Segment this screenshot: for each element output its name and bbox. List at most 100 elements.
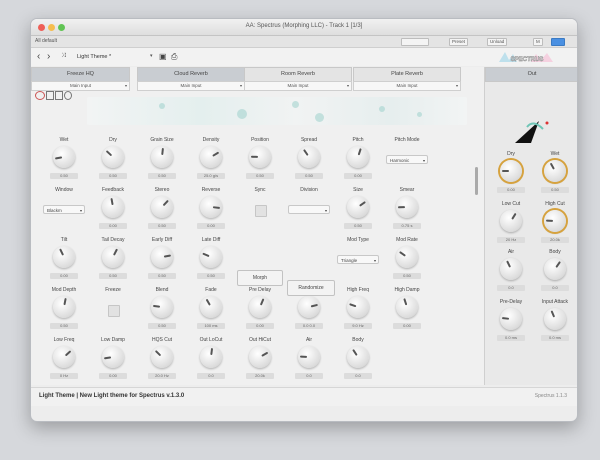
control-label: Air [305, 337, 313, 343]
knob[interactable] [151, 146, 173, 168]
output-control-1: Wet 0.50 [533, 151, 577, 205]
knob[interactable] [544, 160, 566, 182]
knob[interactable] [200, 296, 222, 318]
host-dropdown[interactable] [401, 38, 429, 46]
knob[interactable] [102, 146, 124, 168]
knob[interactable] [249, 296, 271, 318]
load-icon[interactable]: ⎙ [171, 52, 177, 62]
control-label: Feedback [102, 187, 124, 193]
knob-pointer [397, 206, 406, 209]
knob-pointer [161, 147, 164, 156]
control-label: Low Damp [101, 337, 125, 343]
arrow-right-icon[interactable]: › [47, 51, 50, 62]
host-power-button[interactable] [551, 38, 565, 46]
value-readout: 0.0 [295, 373, 323, 379]
knob[interactable] [53, 346, 75, 368]
dropdown[interactable]: Triangle ▾ [337, 255, 379, 264]
knob[interactable] [53, 296, 75, 318]
input-select-4[interactable]: Main Input ▾ [353, 81, 461, 91]
tab-out[interactable]: Out [485, 67, 577, 82]
knob-pointer [549, 162, 555, 170]
control-label: Tilt [60, 237, 68, 243]
power-icon[interactable] [64, 91, 72, 100]
tab-plate-reverb[interactable]: Plate Reverb [353, 67, 461, 82]
value-readout: 0.75 s [393, 223, 421, 229]
bypass-icon[interactable] [35, 91, 45, 100]
knob[interactable] [151, 246, 173, 268]
host-preset-button[interactable]: Preset [449, 38, 469, 46]
tab-room-reverb[interactable]: Room Reverb [244, 67, 352, 82]
control-label: Dry [507, 151, 515, 157]
knob[interactable] [249, 146, 271, 168]
knob[interactable] [298, 146, 320, 168]
knob[interactable] [500, 258, 522, 280]
value-readout: 0.00 [99, 223, 127, 229]
knob[interactable] [500, 160, 522, 182]
knob[interactable] [347, 346, 369, 368]
morph-button[interactable]: Morph [237, 270, 283, 286]
knob[interactable] [151, 346, 173, 368]
knob-pointer [210, 347, 214, 356]
knob[interactable] [544, 308, 566, 330]
dropdown[interactable]: ▾ [288, 205, 330, 214]
copy-icon[interactable] [46, 91, 54, 100]
knob-pointer [110, 197, 114, 206]
knob[interactable] [200, 146, 222, 168]
dropdown[interactable]: Blackm ▾ [43, 205, 85, 214]
randomize-button[interactable]: Randomize [287, 280, 335, 296]
scrollbar[interactable] [475, 167, 478, 195]
knob-pointer [555, 261, 561, 268]
preset-dropdown-arrow-icon[interactable]: ▾ [150, 53, 153, 59]
input-select-2[interactable]: Main Input ▾ [137, 81, 245, 91]
save-icon[interactable]: ▣ [159, 52, 167, 61]
knob[interactable] [500, 210, 522, 232]
knob[interactable] [396, 246, 418, 268]
preset-name[interactable]: Light Theme * [77, 54, 111, 60]
paste-icon[interactable] [55, 91, 63, 100]
control-label: Mod Depth [51, 287, 77, 293]
host-unload-button[interactable]: Unload [487, 38, 508, 46]
knob[interactable] [298, 296, 320, 318]
knob[interactable] [544, 258, 566, 280]
knob[interactable] [544, 210, 566, 232]
knob[interactable] [53, 146, 75, 168]
tab-cloud-reverb[interactable]: Cloud Reverb [137, 67, 245, 82]
knob[interactable] [102, 346, 124, 368]
knob[interactable] [347, 296, 369, 318]
output-control-3: High Cut 20.0k [533, 201, 577, 255]
knob[interactable] [53, 246, 75, 268]
dropdown[interactable]: Harmonic ▾ [386, 155, 428, 164]
control-label: Division [300, 187, 318, 193]
knob[interactable] [396, 196, 418, 218]
control-1-7: Smear 0.75 s [382, 187, 432, 241]
knob[interactable] [102, 196, 124, 218]
arrow-left-icon[interactable]: ‹ [37, 51, 40, 62]
control-2-7: Mod Rate 0.50 [382, 237, 432, 291]
input-select-3[interactable]: Main Input ▾ [244, 81, 352, 91]
knob[interactable] [500, 308, 522, 330]
control-1-4: Sync [235, 187, 285, 241]
output-control-5: Body 0.0 [533, 249, 577, 303]
knob[interactable] [347, 146, 369, 168]
knob-pointer [54, 156, 63, 160]
knob[interactable] [298, 346, 320, 368]
checkbox[interactable] [108, 305, 120, 317]
input-select-1[interactable]: Main Input ▾ [31, 81, 130, 91]
knob[interactable] [347, 196, 369, 218]
knob-pointer [506, 260, 512, 268]
knob[interactable] [102, 246, 124, 268]
knob[interactable] [200, 196, 222, 218]
knob[interactable] [396, 296, 418, 318]
knob[interactable] [200, 346, 222, 368]
shuffle-icon[interactable]: ⤨ [61, 53, 66, 60]
knob[interactable] [200, 246, 222, 268]
output-control-4: Air 0.0 [489, 249, 533, 303]
knob[interactable] [151, 296, 173, 318]
knob[interactable] [249, 346, 271, 368]
knob[interactable] [151, 196, 173, 218]
tab-freeze-hq[interactable]: Freeze HQ [31, 67, 130, 82]
value-readout: 0.50 [148, 223, 176, 229]
host-mute-button[interactable]: M [533, 38, 543, 46]
plugin-window: AA: Spectrus (Morphing LLC) - Track 1 [1… [30, 18, 578, 422]
checkbox[interactable] [255, 205, 267, 217]
